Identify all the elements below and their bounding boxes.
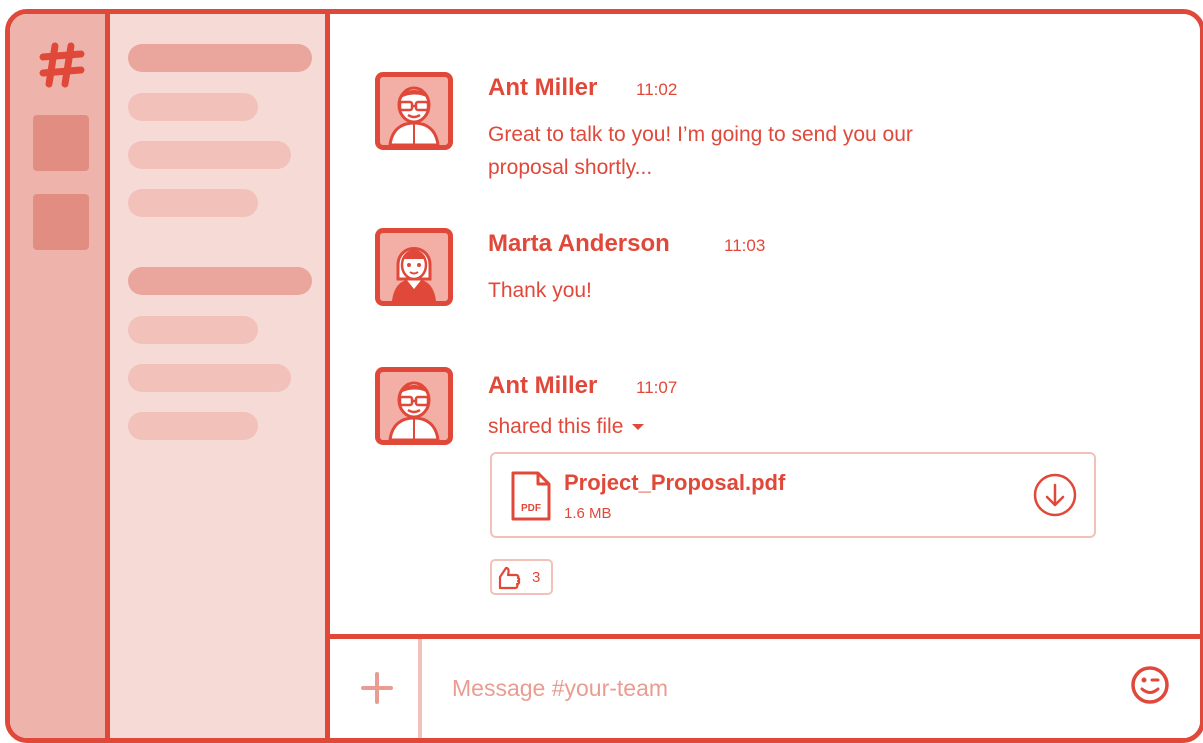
message-line: Great to talk to you! I’m going to send … (488, 123, 913, 146)
man-with-glasses-icon (388, 381, 440, 440)
shared-file-subtitle[interactable]: shared this file (488, 410, 1088, 443)
pdf-file-icon: PDF (511, 471, 551, 521)
message-author[interactable]: Marta Anderson (488, 230, 670, 258)
reaction-thumbs-up[interactable]: 3 (490, 559, 553, 595)
avatar-marta-anderson[interactable] (375, 228, 453, 306)
channel-sidebar (110, 14, 330, 738)
workspace-rail (10, 14, 110, 738)
man-with-glasses-icon (388, 86, 440, 145)
channel-item[interactable] (128, 412, 258, 440)
message-author[interactable]: Ant Miller (488, 74, 597, 102)
file-size: 1.6 MB (564, 505, 612, 522)
message-timestamp: 11:07 (636, 378, 678, 397)
message-author[interactable]: Ant Miller (488, 372, 597, 400)
channel-item[interactable] (128, 93, 258, 121)
message-line: proposal shortly... (488, 156, 653, 179)
message-input[interactable] (422, 639, 1200, 738)
message-line: Thank you! (488, 279, 592, 302)
channel-item[interactable] (128, 141, 291, 169)
message-body: Great to talk to you! I’m going to send … (488, 118, 1088, 184)
thumbs-up-icon (498, 566, 521, 590)
woman-avatar-icon (392, 247, 436, 301)
channel-item[interactable] (128, 267, 312, 295)
download-icon[interactable] (1032, 472, 1078, 518)
message-timestamp: 11:03 (724, 236, 766, 255)
hash-logo-icon[interactable] (37, 40, 87, 90)
plus-icon[interactable] (360, 671, 394, 705)
message-pane: Ant Miller 11:02 Great to talk to you! I… (330, 14, 1200, 738)
file-name-link[interactable]: Project_Proposal.pdf (564, 470, 785, 496)
channel-item[interactable] (128, 316, 258, 344)
caret-down-icon[interactable] (631, 422, 645, 432)
workspace-button-1[interactable] (33, 115, 89, 171)
reaction-count: 3 (532, 569, 541, 586)
channel-item[interactable] (128, 189, 258, 217)
message-composer (330, 634, 1200, 738)
avatar-ant-miller[interactable] (375, 367, 453, 445)
channel-item[interactable] (128, 44, 312, 72)
pdf-file-type-label: PDF (521, 503, 541, 514)
message-body: Thank you! (488, 274, 1088, 307)
file-attachment-card[interactable]: PDF Project_Proposal.pdf 1.6 MB (490, 452, 1096, 538)
message-timestamp: 11:02 (636, 80, 678, 99)
avatar-ant-miller[interactable] (375, 72, 453, 150)
app-window: Ant Miller 11:02 Great to talk to you! I… (5, 9, 1203, 743)
shared-file-label: shared this file (488, 415, 624, 438)
workspace-button-2[interactable] (33, 194, 89, 250)
channel-item[interactable] (128, 364, 291, 392)
emoji-smiley-icon[interactable] (1130, 665, 1170, 705)
